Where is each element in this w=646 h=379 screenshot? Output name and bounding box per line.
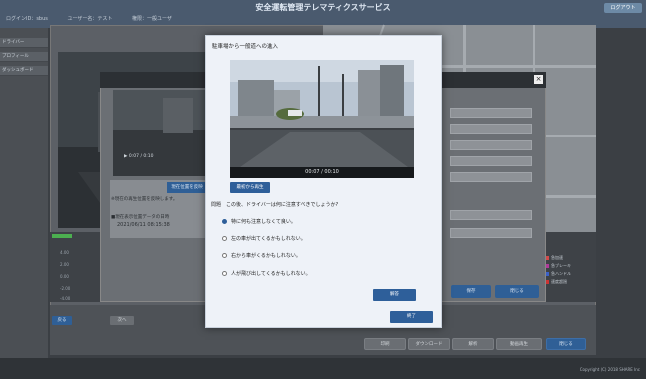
- quiz-option-label: 特に何も注意しなくて良い。: [231, 219, 296, 225]
- analyze-button[interactable]: 解析: [452, 338, 494, 350]
- quiz-option-label: 右から車がくるかもしれない。: [231, 253, 301, 259]
- radio[interactable]: [222, 236, 227, 241]
- chart-y-label: 4.00: [60, 250, 69, 255]
- chart-y-label: 0.00: [60, 274, 69, 279]
- user-name: ユーザー名：テスト: [67, 16, 113, 22]
- form-field[interactable]: [450, 140, 532, 150]
- form-field[interactable]: [450, 156, 532, 166]
- chart-y-label: 2.00: [60, 262, 69, 267]
- quiz-question: 問題 この後、ドライバーは何に注意すべきでしょうか?: [211, 202, 339, 208]
- copyright: Copyright (C) 2018 SHARE Inc: [579, 367, 640, 372]
- close-icon[interactable]: ×: [534, 75, 543, 84]
- user-role: 権限：一般ユーザ: [131, 16, 172, 22]
- close-report-button[interactable]: 閉じる: [546, 338, 586, 350]
- quiz-option[interactable]: 左の車が出てくるかもしれない。: [222, 235, 306, 242]
- quiz-option[interactable]: 右から車がくるかもしれない。: [222, 252, 301, 259]
- legend-label: 急加速: [551, 255, 563, 260]
- form-field[interactable]: [450, 228, 532, 238]
- legend-label: 速度超過: [551, 279, 567, 284]
- download-button[interactable]: ダウンロード: [408, 338, 450, 350]
- form-field[interactable]: [450, 172, 532, 182]
- position-selected-date: 2021/06/11 08:15:38: [117, 222, 170, 228]
- position-video: [113, 90, 208, 176]
- login-id: ログインID：sbus: [6, 16, 48, 22]
- form-field[interactable]: [450, 108, 532, 118]
- position-video-time-text: 0:07 / 0:10: [128, 154, 154, 159]
- radio[interactable]: [222, 253, 227, 258]
- quiz-title: 駐車場から一般道への進入: [212, 44, 279, 50]
- legend-item: 急加速: [545, 255, 563, 261]
- play-video-button[interactable]: 動画再生: [496, 338, 542, 350]
- footer: [0, 358, 646, 379]
- sidebar-item-driver[interactable]: ドライバー: [0, 38, 48, 48]
- legend-label: 急ハンドル: [551, 271, 571, 276]
- legend-item: 速度超過: [545, 279, 567, 285]
- form-field[interactable]: [450, 124, 532, 134]
- chart-y-label: -4.00: [60, 296, 71, 301]
- sidebar-item-dashboard[interactable]: ダッシュボード: [0, 66, 48, 76]
- quiz-video[interactable]: [230, 60, 414, 167]
- quiz-video-time: 00:07 / 00:10: [230, 167, 414, 178]
- quiz-option[interactable]: 人が飛び出してくるかもしれない。: [222, 270, 311, 277]
- quiz-option-label: 人が飛び出してくるかもしれない。: [231, 271, 311, 277]
- back-button[interactable]: 戻る: [52, 316, 72, 325]
- legend-item: 急ブレーキ: [545, 263, 571, 269]
- position-note: ※現在の再生位置を反映します。: [111, 197, 178, 202]
- logout-button[interactable]: ログアウト: [604, 3, 642, 13]
- quiz-option-label: 左の車が出てくるかもしれない。: [231, 236, 306, 242]
- answer-button[interactable]: 解答: [373, 289, 416, 301]
- radio[interactable]: [222, 271, 227, 276]
- position-selected-label: ■現在表示位置データの日時: [111, 215, 170, 220]
- save-button[interactable]: 保存: [451, 285, 491, 298]
- app-title: 安全運転管理テレマティクスサービス: [255, 3, 391, 12]
- form-field[interactable]: [450, 210, 532, 220]
- legend-label: 急ブレーキ: [551, 263, 571, 268]
- chart-y-label: -2.00: [60, 286, 71, 291]
- legend-item: 急ハンドル: [545, 271, 571, 277]
- finish-button[interactable]: 終了: [390, 311, 433, 323]
- header-meta: ログインID：sbus ユーザー名：テスト 権限：一般ユーザ: [6, 15, 190, 22]
- sidebar-item-profile[interactable]: プロフィール: [0, 52, 48, 62]
- close-button[interactable]: 閉じる: [495, 285, 539, 298]
- print-button[interactable]: 印刷: [364, 338, 406, 350]
- next-button[interactable]: 次へ: [110, 316, 134, 325]
- left-sidebar: [0, 28, 48, 358]
- replay-button[interactable]: 最初から再生: [230, 182, 270, 193]
- quiz-option[interactable]: 特に何も注意しなくて良い。: [222, 218, 296, 225]
- position-video-time: ▶ 0:07 / 0:10: [124, 154, 154, 159]
- radio-selected[interactable]: [222, 219, 227, 224]
- apply-position-button[interactable]: 現在位置を反映: [167, 182, 207, 193]
